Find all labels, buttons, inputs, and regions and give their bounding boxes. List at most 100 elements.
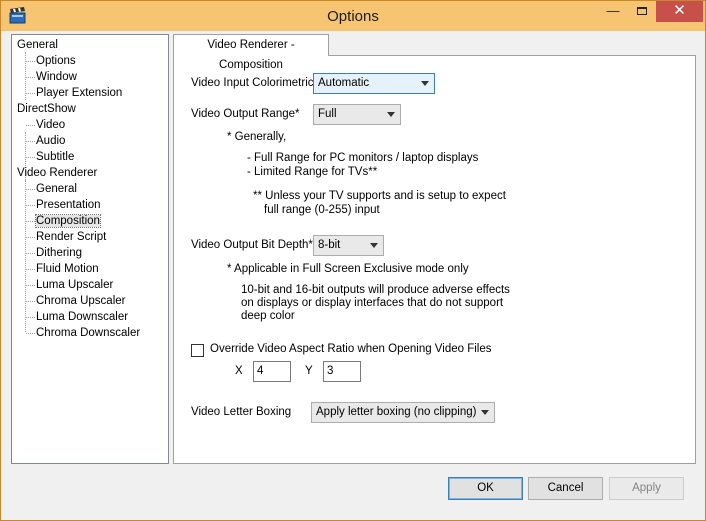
- composition-panel: Video Input Colorimetric Automatic Video…: [173, 55, 696, 464]
- colorimetric-value: Automatic: [318, 77, 370, 89]
- tree-connector: [26, 141, 35, 142]
- aspect-x-label: X: [235, 365, 243, 377]
- tree-connector: [25, 180, 26, 332]
- bit-depth-note: 10-bit and 16-bit outputs will produce a…: [241, 284, 510, 296]
- tree-item[interactable]: Video Renderer: [17, 165, 97, 181]
- tree-item[interactable]: DirectShow: [17, 101, 76, 117]
- title-bar[interactable]: Options — ✕: [1, 1, 705, 31]
- bit-depth-note: on displays or display interfaces that d…: [241, 297, 504, 309]
- bit-depth-value: 8-bit: [318, 239, 341, 251]
- tree-item-label: General: [17, 39, 58, 51]
- tree-connector: [26, 93, 35, 94]
- tree-connector: [26, 61, 35, 62]
- tree-item[interactable]: Luma Downscaler: [36, 309, 128, 325]
- cancel-button[interactable]: Cancel: [528, 477, 603, 500]
- close-icon: ✕: [673, 2, 686, 19]
- tree-item-label: Luma Downscaler: [36, 311, 129, 323]
- output-range-note: ** Unless your TV supports and is setup …: [253, 190, 506, 202]
- tree-item-label: Window: [36, 71, 77, 83]
- tree-connector: [26, 205, 35, 206]
- tree-item-label: Options: [36, 55, 76, 67]
- tree-item-label: Chroma Downscaler: [36, 327, 141, 339]
- minimize-icon: —: [606, 3, 620, 18]
- tree-item-label: Render Script: [36, 231, 107, 243]
- aspect-y-value: 3: [327, 365, 334, 377]
- output-range-note: - Limited Range for TVs**: [247, 166, 378, 178]
- tree-item-label: DirectShow: [17, 103, 76, 115]
- tree-item-label: Composition: [35, 214, 101, 228]
- bit-depth-select[interactable]: 8-bit: [313, 235, 384, 256]
- tree-item-label: Presentation: [36, 199, 101, 211]
- tree-item[interactable]: Fluid Motion: [36, 261, 99, 277]
- tree-connector: [26, 221, 35, 222]
- minimize-button[interactable]: —: [599, 1, 627, 22]
- tree-item[interactable]: Subtitle: [36, 149, 74, 165]
- tree-connector: [26, 301, 35, 302]
- chevron-down-icon: [481, 410, 489, 415]
- tree-item[interactable]: Window: [36, 69, 77, 85]
- ok-button[interactable]: OK: [448, 477, 523, 500]
- tree-item[interactable]: Presentation: [36, 197, 101, 213]
- apply-button[interactable]: Apply: [609, 477, 684, 500]
- tree-item[interactable]: General: [36, 181, 77, 197]
- chevron-down-icon: [421, 81, 429, 86]
- aspect-y-label: Y: [305, 365, 313, 377]
- tree-connector: [26, 189, 35, 190]
- tree-item-label: Video Renderer: [17, 167, 98, 179]
- tree-item[interactable]: Composition: [35, 213, 101, 229]
- letterbox-select[interactable]: Apply letter boxing (no clipping): [311, 402, 495, 423]
- maximize-icon: [637, 6, 647, 15]
- maximize-button[interactable]: [628, 1, 656, 22]
- bit-depth-note: * Applicable in Full Screen Exclusive mo…: [227, 263, 469, 275]
- tree-item[interactable]: Video: [36, 117, 65, 133]
- apply-label: Apply: [632, 482, 661, 494]
- output-range-note: - Full Range for PC monitors / laptop di…: [247, 152, 479, 164]
- aspect-x-value: 4: [257, 365, 264, 377]
- tree-connector: [26, 317, 35, 318]
- tree-item-label: Audio: [36, 135, 66, 147]
- tab-video-renderer-composition[interactable]: Video Renderer - Composition: [173, 34, 329, 71]
- chevron-down-icon: [387, 112, 395, 117]
- tree-item-label: Chroma Upscaler: [36, 295, 126, 307]
- aspect-x-input[interactable]: 4: [253, 361, 291, 382]
- tree-item-label: Dithering: [36, 247, 83, 259]
- close-button[interactable]: ✕: [656, 1, 703, 22]
- options-tree[interactable]: General Options Window Player Extension Dire…: [11, 34, 169, 464]
- tree-connector: [26, 157, 35, 158]
- tree-item[interactable]: Chroma Upscaler: [36, 293, 125, 309]
- colorimetric-select[interactable]: Automatic: [313, 73, 435, 94]
- ok-label: OK: [477, 482, 494, 494]
- tree-connector: [26, 285, 35, 286]
- aspect-y-input[interactable]: 3: [323, 361, 361, 382]
- tab-label: Video Renderer - Composition: [207, 39, 295, 71]
- tree-item[interactable]: Options: [36, 53, 76, 69]
- tree-connector: [26, 269, 35, 270]
- output-range-select[interactable]: Full: [313, 104, 401, 125]
- letterbox-label: Video Letter Boxing: [191, 406, 292, 418]
- tree-item-label: Subtitle: [36, 151, 75, 163]
- output-range-note: * Generally,: [227, 131, 287, 143]
- tree-item[interactable]: Dithering: [36, 245, 82, 261]
- bit-depth-note: deep color: [241, 310, 295, 322]
- cancel-label: Cancel: [547, 482, 584, 494]
- tree-item[interactable]: Audio: [36, 133, 65, 149]
- tree-item-label: Fluid Motion: [36, 263, 99, 275]
- tree-connector: [26, 253, 35, 254]
- tree-connector: [26, 237, 35, 238]
- tree-connector: [26, 333, 35, 334]
- tree-item[interactable]: Chroma Downscaler: [36, 325, 140, 341]
- letterbox-value: Apply letter boxing (no clipping): [316, 406, 477, 418]
- tree-item-label: Player Extension: [36, 87, 123, 99]
- tree-item[interactable]: Luma Upscaler: [36, 277, 113, 293]
- bit-depth-label: Video Output Bit Depth*: [191, 239, 313, 251]
- tree-item[interactable]: Render Script: [36, 229, 106, 245]
- tree-item-label: Luma Upscaler: [36, 279, 114, 291]
- colorimetric-label: Video Input Colorimetric: [191, 77, 314, 89]
- options-window: Options — ✕ General Options Window Player E…: [0, 0, 706, 521]
- override-aspect-label: Override Video Aspect Ratio when Opening…: [210, 343, 492, 355]
- tree-item[interactable]: General: [17, 37, 58, 53]
- tree-item-label: Video: [36, 119, 66, 131]
- tree-item[interactable]: Player Extension: [36, 85, 122, 101]
- tree-connector: [26, 125, 35, 126]
- override-aspect-checkbox[interactable]: [191, 344, 204, 357]
